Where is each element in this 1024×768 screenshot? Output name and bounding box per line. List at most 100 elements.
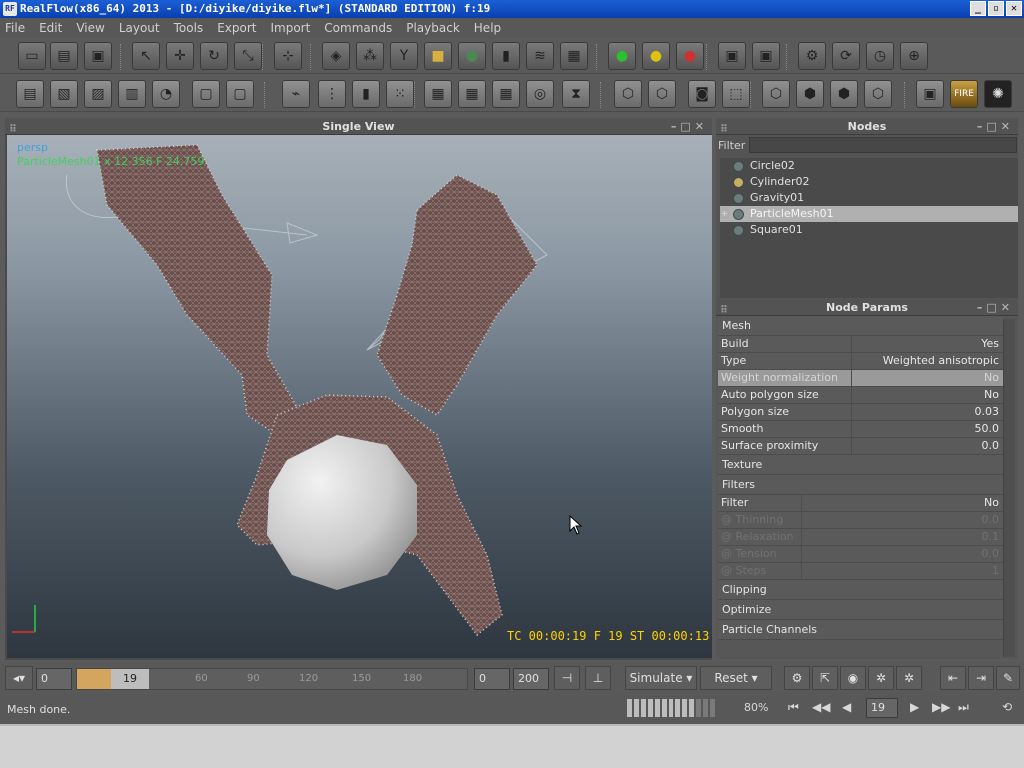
cube-shade-button[interactable]: ⬢ — [830, 80, 858, 108]
section-mesh[interactable]: Mesh — [718, 316, 1003, 336]
key-in-icon[interactable]: ⊣ — [554, 666, 580, 690]
close-button[interactable]: ✕ — [1006, 1, 1022, 16]
save-red-button[interactable]: ▣ — [752, 42, 780, 70]
frame-field[interactable]: 19 — [866, 698, 898, 718]
fire-button[interactable]: FIRE — [950, 80, 978, 108]
param-value[interactable]: 50.0 — [852, 421, 1003, 437]
grid-button[interactable]: ⋮ — [318, 80, 346, 108]
param-value[interactable]: No — [802, 495, 1003, 511]
red-circle-button[interactable]: ● — [676, 42, 704, 70]
param-row-filter[interactable]: Filter No — [718, 495, 1003, 512]
node-item[interactable]: Square01 — [720, 222, 1018, 238]
menu-commands[interactable]: Commands — [324, 21, 392, 35]
menu-import[interactable]: Import — [270, 21, 310, 35]
section-filters[interactable]: Filters — [718, 475, 1003, 495]
hourglass-button[interactable]: ⧗ — [562, 80, 590, 108]
render-button[interactable]: ▣ — [916, 80, 944, 108]
cube-solid-button[interactable]: ⬢ — [796, 80, 824, 108]
range-end-field[interactable]: 200 — [513, 668, 549, 690]
export-icon[interactable]: ⇱ — [812, 666, 838, 690]
maximize-button[interactable]: ▫ — [988, 1, 1004, 16]
param-value[interactable]: 0.0 — [852, 438, 1003, 454]
select-arrow-button[interactable]: ↖ — [132, 42, 160, 70]
network-run-button[interactable]: ⊕ — [900, 42, 928, 70]
section-texture[interactable]: Texture — [718, 455, 1003, 475]
key-out-icon[interactable]: ⊥ — [585, 666, 611, 690]
node-item[interactable]: Cylinder02 — [720, 174, 1018, 190]
panel-controls[interactable]: –□✕ — [671, 118, 708, 135]
shade1-button[interactable]: ⬡ — [614, 80, 642, 108]
box-button[interactable]: ▢ — [192, 80, 220, 108]
step-back-icon[interactable]: ◀◀ — [812, 700, 830, 714]
section-optimize[interactable]: Optimize — [718, 600, 1003, 620]
open-folder-button[interactable]: ▤ — [50, 42, 78, 70]
layout1-button[interactable]: ▤ — [16, 80, 44, 108]
grip-icon[interactable]: ⠿ — [720, 302, 728, 319]
menu-file[interactable]: File — [5, 21, 25, 35]
param-value[interactable]: Weighted anisotropic — [852, 353, 1003, 369]
batch-run-button[interactable]: ⚙ — [798, 42, 826, 70]
cube-wire-button[interactable]: ⬡ — [762, 80, 790, 108]
emitter-button[interactable]: ⁂ — [356, 42, 384, 70]
menu-tools[interactable]: Tools — [174, 21, 204, 35]
menu-layout[interactable]: Layout — [119, 21, 160, 35]
preview-eye-icon[interactable]: ◉ — [840, 666, 866, 690]
param-row[interactable]: Surface proximity 0.0 — [718, 438, 1003, 455]
simulate-button[interactable]: Simulate ▾ — [625, 666, 697, 690]
reset-button[interactable]: Reset ▾ — [700, 666, 772, 690]
ruler-button[interactable]: ▮ — [352, 80, 380, 108]
rotate-button[interactable]: ↻ — [200, 42, 228, 70]
param-value[interactable]: No — [852, 387, 1003, 403]
layout3-button[interactable]: ▨ — [84, 80, 112, 108]
shade4-button[interactable]: ⬚ — [722, 80, 750, 108]
new-scene-button[interactable]: ▭ — [18, 42, 46, 70]
play-back-icon[interactable]: ◀ — [842, 700, 851, 714]
param-row[interactable]: Type Weighted anisotropic — [718, 353, 1003, 370]
filter-input[interactable] — [749, 137, 1018, 153]
hybrido-button[interactable]: ✺ — [984, 80, 1012, 108]
timeline-menu-button[interactable]: ◂▾ — [5, 666, 33, 690]
particles2-icon[interactable]: ✲ — [896, 666, 922, 690]
shade3-button[interactable]: ◙ — [688, 80, 716, 108]
camera-button[interactable]: ▮ — [492, 42, 520, 70]
wrench-icon[interactable]: ✎ — [996, 666, 1020, 690]
object-button[interactable]: ◈ — [322, 42, 350, 70]
rigid-button[interactable]: ▦ — [560, 42, 588, 70]
param-value[interactable]: No — [852, 370, 1003, 386]
menu-help[interactable]: Help — [474, 21, 501, 35]
script-run-button[interactable]: ⟳ — [832, 42, 860, 70]
next-key-icon[interactable]: ⇥ — [968, 666, 994, 690]
timeline-track[interactable]: 19 60 90 120 150 180 — [76, 668, 468, 690]
save-green-button[interactable]: ▣ — [718, 42, 746, 70]
green-circle-button[interactable]: ● — [608, 42, 636, 70]
menu-view[interactable]: View — [76, 21, 104, 35]
current-frame-marker[interactable]: 19 — [111, 669, 149, 689]
node-item[interactable]: Gravity01 — [720, 190, 1018, 206]
panel-controls[interactable]: –□✕ — [977, 299, 1014, 316]
play-icon[interactable]: ▶ — [910, 700, 919, 714]
last-frame-icon[interactable]: ⏭ — [958, 700, 969, 715]
menu-edit[interactable]: Edit — [39, 21, 62, 35]
cube-button[interactable]: ■ — [424, 42, 452, 70]
param-row[interactable]: Build Yes — [718, 336, 1003, 353]
prev-key-icon[interactable]: ⇤ — [940, 666, 966, 690]
step-forward-icon[interactable]: ▶▶ — [932, 700, 950, 714]
scale-button[interactable]: ⤡ — [234, 42, 262, 70]
box2-button[interactable]: ▢ — [226, 80, 254, 108]
save-button[interactable]: ▣ — [84, 42, 112, 70]
graph-button[interactable]: ⌁ — [282, 80, 310, 108]
menu-playback[interactable]: Playback — [406, 21, 460, 35]
layout4-button[interactable]: ▥ — [118, 80, 146, 108]
sim-options-icon[interactable]: ⚙ — [784, 666, 810, 690]
loop-icon[interactable]: ⟲ — [1002, 700, 1012, 714]
section-clipping[interactable]: Clipping — [718, 580, 1003, 600]
param-row[interactable]: Auto polygon size No — [718, 387, 1003, 404]
shade2-button[interactable]: ⬡ — [648, 80, 676, 108]
expand-icon[interactable]: + — [720, 209, 729, 218]
param-row[interactable]: Weight normalization No — [718, 370, 1003, 387]
param-row[interactable]: Polygon size 0.03 — [718, 404, 1003, 421]
cube-white-button[interactable]: ⬡ — [864, 80, 892, 108]
param-value[interactable]: 0.03 — [852, 404, 1003, 420]
frame1-button[interactable]: ▦ — [424, 80, 452, 108]
frame4-button[interactable]: ◎ — [526, 80, 554, 108]
